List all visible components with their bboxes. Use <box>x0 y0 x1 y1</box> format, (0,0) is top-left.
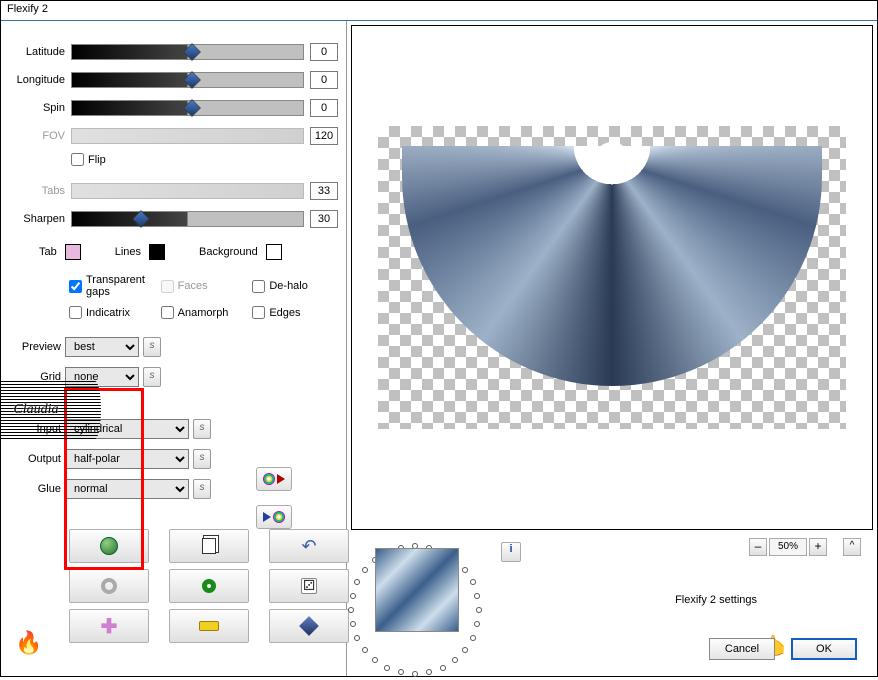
preview-label: Preview <box>9 341 65 353</box>
disc-icon <box>263 473 275 485</box>
output-s-button[interactable]: s <box>193 449 211 469</box>
copy-button[interactable] <box>169 529 249 563</box>
brick-button[interactable] <box>169 609 249 643</box>
watermark: Claudia <box>0 381 101 439</box>
plus-icon: ✚ <box>101 614 118 639</box>
tab-color-label: Tab <box>39 246 57 258</box>
globe-icon <box>100 537 118 555</box>
undo-button[interactable]: ↶ <box>269 529 349 563</box>
preview-select[interactable]: best <box>65 337 139 357</box>
output-select[interactable]: half-polar <box>65 449 189 469</box>
dice-icon <box>301 578 317 594</box>
controls-panel: Latitude Longitude Spin FOV Flip Tabs <box>1 21 347 676</box>
cube-icon <box>299 616 319 636</box>
flip-checkbox[interactable] <box>71 153 84 166</box>
sharpen-value[interactable] <box>310 210 338 228</box>
input-s-button[interactable]: s <box>193 419 211 439</box>
edges-checkbox[interactable]: Edges <box>252 306 338 319</box>
cube-button[interactable] <box>269 609 349 643</box>
cancel-button[interactable]: Cancel <box>709 638 775 660</box>
preview-panel: i – 50% + ^ Flexify 2 settings 👉 Cancel … <box>347 21 877 676</box>
background-color-swatch[interactable] <box>266 244 282 260</box>
sharpen-slider[interactable] <box>71 211 304 227</box>
plus-button[interactable]: ✚ <box>69 609 149 643</box>
glue-label: Glue <box>9 483 65 495</box>
undo-icon: ↶ <box>301 536 316 557</box>
spin-value[interactable] <box>310 99 338 117</box>
anamorph-checkbox[interactable]: Anamorph <box>161 306 247 319</box>
globe-button[interactable] <box>69 529 149 563</box>
green-ring-icon <box>202 579 216 593</box>
spin-slider[interactable] <box>71 100 304 116</box>
background-color-label: Background <box>199 246 258 258</box>
lines-color-swatch[interactable] <box>149 244 165 260</box>
latitude-slider[interactable] <box>71 44 304 60</box>
tab-color-swatch[interactable] <box>65 244 81 260</box>
zoom-value: 50% <box>769 538 807 556</box>
zoom-in-button[interactable]: + <box>809 538 827 556</box>
indicatrix-checkbox[interactable]: Indicatrix <box>69 306 155 319</box>
longitude-slider[interactable] <box>71 72 304 88</box>
settings-label: Flexify 2 settings <box>675 594 757 606</box>
play-icon <box>277 474 285 484</box>
play-icon <box>263 512 271 522</box>
output-label: Output <box>9 453 65 465</box>
fov-value[interactable] <box>310 127 338 145</box>
fov-slider <box>71 128 304 144</box>
tabs-value[interactable] <box>310 182 338 200</box>
glue-s-button[interactable]: s <box>193 479 211 499</box>
ok-button[interactable]: OK <box>791 638 857 660</box>
fov-label: FOV <box>9 130 71 142</box>
zoom-out-button[interactable]: – <box>749 538 767 556</box>
copy-icon <box>202 538 216 554</box>
green-ring-button[interactable] <box>169 569 249 603</box>
sharpen-label: Sharpen <box>9 213 71 225</box>
thumbnail-image <box>375 548 459 632</box>
transparent-gaps-checkbox[interactable]: Transparent gaps <box>69 274 155 298</box>
disc-play-button[interactable] <box>256 467 292 491</box>
play-disc-button[interactable] <box>256 505 292 529</box>
disc-icon <box>273 511 285 523</box>
flip-label: Flip <box>88 154 106 166</box>
latitude-label: Latitude <box>9 46 71 58</box>
faces-checkbox: Faces <box>161 280 247 293</box>
flame-icon[interactable]: 🔥 <box>15 630 42 656</box>
spin-label: Spin <box>9 102 71 114</box>
expand-button[interactable]: ^ <box>843 538 861 556</box>
ring-icon <box>101 578 117 594</box>
tabs-label: Tabs <box>9 185 71 197</box>
glue-select[interactable]: normal <box>65 479 189 499</box>
thumbnail-navigator[interactable] <box>345 540 485 680</box>
info-button[interactable]: i <box>501 542 521 562</box>
dice-button[interactable] <box>269 569 349 603</box>
longitude-value[interactable] <box>310 71 338 89</box>
window-title: Flexify 2 <box>1 1 877 21</box>
lines-color-label: Lines <box>115 246 141 258</box>
longitude-label: Longitude <box>9 74 71 86</box>
preview-canvas[interactable] <box>351 25 873 530</box>
ring-button[interactable] <box>69 569 149 603</box>
tabs-slider <box>71 183 304 199</box>
grid-s-button[interactable]: s <box>143 367 161 387</box>
brick-icon <box>199 621 219 631</box>
preview-s-button[interactable]: s <box>143 337 161 357</box>
latitude-value[interactable] <box>310 43 338 61</box>
dehalo-checkbox[interactable]: De-halo <box>252 280 338 293</box>
